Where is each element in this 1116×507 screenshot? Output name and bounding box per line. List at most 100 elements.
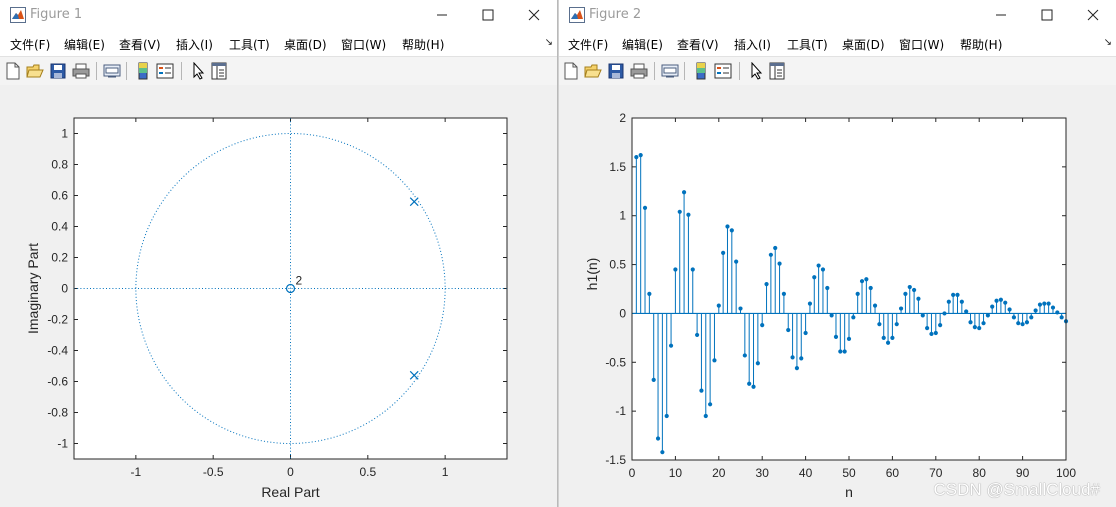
insert-legend-icon[interactable] xyxy=(156,62,174,80)
menu-help[interactable]: 帮助(H) xyxy=(402,36,444,53)
x-tick-label: 60 xyxy=(886,466,900,480)
print-icon[interactable] xyxy=(72,62,90,80)
stem-marker xyxy=(990,304,995,309)
menu-window[interactable]: 窗口(W) xyxy=(899,36,944,53)
figure1-toolbar xyxy=(0,56,557,86)
menu-desktop[interactable]: 桌面(D) xyxy=(284,36,327,53)
stem-marker xyxy=(747,381,752,386)
stem-marker xyxy=(647,291,652,296)
x-tick-label: -0.5 xyxy=(203,465,224,479)
close-icon[interactable] xyxy=(511,0,557,30)
stem-marker xyxy=(1016,321,1021,326)
menubar-overflow-icon[interactable]: ↘ xyxy=(545,37,553,48)
save-icon[interactable] xyxy=(607,62,625,80)
stem-marker xyxy=(721,250,726,255)
save-icon[interactable] xyxy=(49,62,67,80)
stem-marker xyxy=(794,366,800,371)
x-tick-label: -1 xyxy=(131,465,142,479)
x-tick-label: 80 xyxy=(973,466,987,480)
menu-view[interactable]: 查看(V) xyxy=(119,36,161,53)
stem-marker xyxy=(773,245,778,251)
x-tick-label: 50 xyxy=(842,466,856,480)
menu-edit[interactable]: 编辑(E) xyxy=(622,36,663,53)
menu-file[interactable]: 文件(F) xyxy=(10,36,50,53)
stem-marker xyxy=(742,353,747,358)
insert-colorbar-icon[interactable] xyxy=(692,62,710,80)
new-figure-icon[interactable] xyxy=(4,62,22,80)
figure2-titlebar[interactable]: Figure 2 xyxy=(559,0,1116,30)
menu-tools[interactable]: 工具(T) xyxy=(229,36,270,53)
open-file-icon[interactable] xyxy=(26,62,44,80)
axes-background xyxy=(632,118,1066,460)
menu-tools[interactable]: 工具(T) xyxy=(787,36,828,53)
menu-insert[interactable]: 插入(I) xyxy=(734,36,771,53)
insert-legend-icon[interactable] xyxy=(714,62,732,80)
y-tick-label: 0.5 xyxy=(609,258,626,272)
y-tick-label: 1 xyxy=(619,209,626,223)
y-tick-label: -0.4 xyxy=(47,344,68,358)
figure1-window: Figure 1 文件(F) 编辑(E) 查看(V) 插入(I) 工具(T) 桌… xyxy=(0,0,558,507)
stem-marker xyxy=(660,450,665,455)
stem-marker xyxy=(677,209,682,214)
stem-marker xyxy=(690,267,695,272)
stem-marker xyxy=(903,291,908,296)
stem-marker xyxy=(842,349,847,354)
stem-marker xyxy=(1007,307,1012,312)
y-tick-label: -0.2 xyxy=(47,313,68,327)
maximize-icon[interactable] xyxy=(465,0,511,30)
menu-edit[interactable]: 编辑(E) xyxy=(64,36,105,53)
link-plot-icon[interactable] xyxy=(661,62,679,80)
pointer-icon[interactable] xyxy=(747,62,765,80)
link-plot-icon[interactable] xyxy=(103,62,121,80)
toolbar-separator xyxy=(654,62,655,80)
menu-help[interactable]: 帮助(H) xyxy=(960,36,1002,53)
figure1-titlebar[interactable]: Figure 1 xyxy=(0,0,557,30)
pointer-icon[interactable] xyxy=(189,62,207,80)
stem-marker xyxy=(964,309,969,314)
x-axis-label: Real Part xyxy=(261,484,319,500)
stem-marker xyxy=(851,315,856,320)
insert-colorbar-icon[interactable] xyxy=(134,62,152,80)
toolbar-separator xyxy=(126,62,127,80)
property-inspector-icon[interactable] xyxy=(768,62,786,80)
stem-marker xyxy=(734,259,739,264)
print-icon[interactable] xyxy=(630,62,648,80)
new-figure-icon[interactable] xyxy=(562,62,580,80)
stem-marker xyxy=(951,292,956,297)
menu-desktop[interactable]: 桌面(D) xyxy=(842,36,885,53)
menu-window[interactable]: 窗口(W) xyxy=(341,36,386,53)
stem-marker xyxy=(994,298,999,303)
pole-zero-plot[interactable]: -1 -0.5 0 0.5 1 1 0.8 0.6 0.4 0.2 0 -0.2 -0.4 -0.6 -0.… xyxy=(0,85,558,507)
stem-marker xyxy=(664,413,669,419)
figure2-plot-area: 0 10 20 30 40 50 60 70 80 90 100 2 1.5 1 0.5 0 -0.5 -1 -1.… xyxy=(559,85,1116,507)
minimize-icon[interactable] xyxy=(419,0,465,30)
maximize-icon[interactable] xyxy=(1024,0,1070,30)
stem-marker xyxy=(777,261,782,266)
menu-insert[interactable]: 插入(I) xyxy=(176,36,213,53)
x-tick-label: 30 xyxy=(756,466,770,480)
stem-marker xyxy=(894,322,899,327)
y-tick-label: 0 xyxy=(61,282,68,296)
stem-marker xyxy=(729,228,734,233)
stem-marker xyxy=(725,224,730,229)
menu-view[interactable]: 查看(V) xyxy=(677,36,719,53)
toolbar-separator xyxy=(739,62,740,80)
stem-marker xyxy=(768,252,773,257)
stem-marker xyxy=(838,349,843,354)
menubar-overflow-icon[interactable]: ↘ xyxy=(1104,37,1112,48)
x-tick-label: 10 xyxy=(669,466,683,480)
minimize-icon[interactable] xyxy=(978,0,1024,30)
open-file-icon[interactable] xyxy=(584,62,602,80)
y-tick-label: -0.6 xyxy=(47,375,68,389)
stem-marker xyxy=(1024,320,1030,325)
close-icon[interactable] xyxy=(1070,0,1116,30)
y-tick-label: 1.5 xyxy=(609,160,626,174)
toolbar-separator xyxy=(181,62,182,80)
impulse-response-stem-plot[interactable]: 0 10 20 30 40 50 60 70 80 90 100 2 1.5 1 0.5 0 -0.5 -1 -1.… xyxy=(559,85,1116,507)
stem-marker xyxy=(781,291,786,296)
property-inspector-icon[interactable] xyxy=(210,62,228,80)
stem-marker xyxy=(1059,315,1064,320)
menu-file[interactable]: 文件(F) xyxy=(568,36,608,53)
stem-marker xyxy=(933,330,938,336)
stem-marker xyxy=(799,356,804,361)
